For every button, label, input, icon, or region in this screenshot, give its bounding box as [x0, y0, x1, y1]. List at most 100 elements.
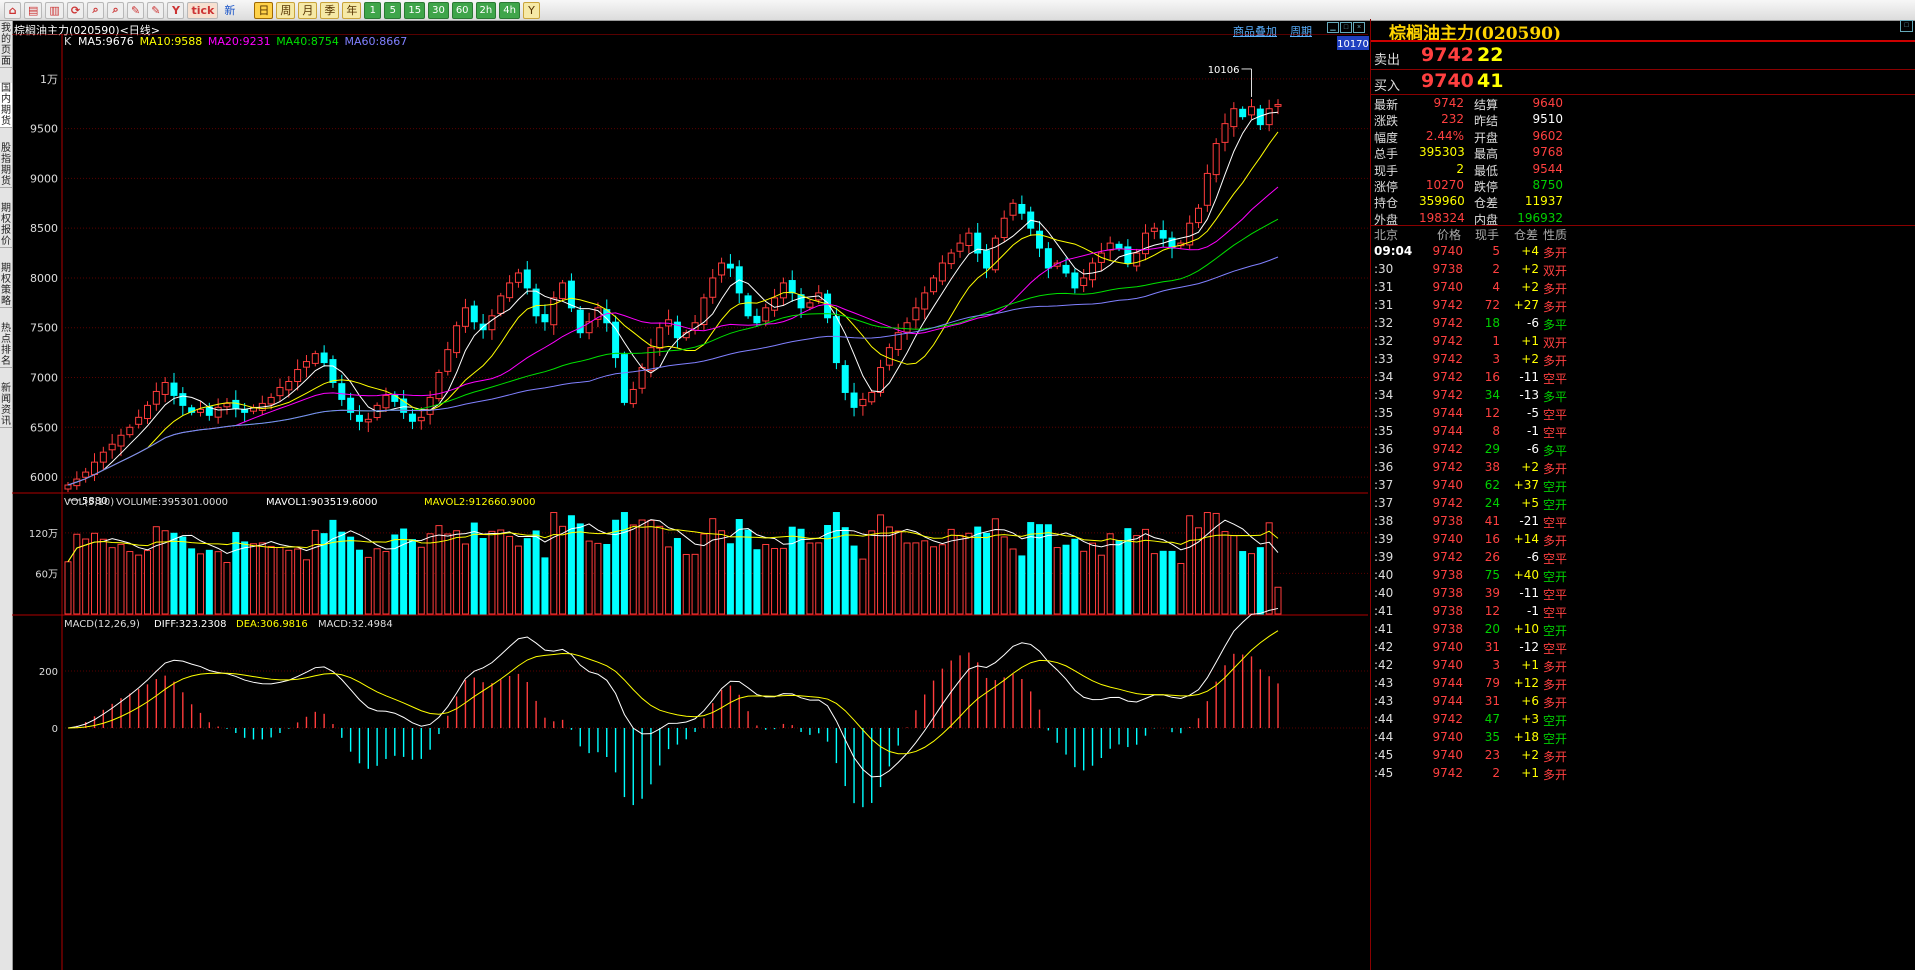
candle	[718, 262, 726, 276]
toolbar-icon-0[interactable]: ⌂	[4, 1, 21, 19]
quote-value: 395303	[1419, 145, 1465, 160]
maximize-icon[interactable]: □	[1900, 20, 1913, 32]
quote-value: 9544	[1532, 161, 1563, 176]
volume-bar	[444, 533, 452, 615]
tick-row: :33 9742 3 +2 多开	[1371, 352, 1571, 370]
volume-bar	[267, 545, 275, 615]
new-button[interactable]: 新	[221, 2, 238, 19]
volume-bar	[779, 547, 787, 615]
tick-row: :35 9744 12 -5 空平	[1371, 406, 1571, 424]
candle	[435, 372, 443, 400]
period-button-6[interactable]: 5	[384, 1, 402, 19]
tick-volume: 41	[1484, 514, 1500, 528]
volume-bar	[90, 532, 98, 615]
candle	[64, 484, 72, 490]
candle	[267, 396, 275, 405]
tick-oi-change: +2	[1521, 748, 1539, 762]
toolbar-icon-4[interactable]: ⌕	[87, 1, 105, 19]
tick-time: :40	[1374, 586, 1394, 600]
tick-price: 9744	[1432, 406, 1463, 420]
toolbar-icon-6[interactable]: ✎	[127, 1, 145, 19]
quote-value: 11937	[1524, 194, 1563, 209]
toolbar-icon-7[interactable]: ✎	[147, 1, 165, 19]
volume-bar	[1168, 550, 1176, 615]
tick-chart-button[interactable]: tick	[187, 1, 219, 19]
tick-volume: 24	[1484, 496, 1500, 510]
candle	[126, 426, 134, 436]
period-button-10[interactable]: 2h	[475, 1, 497, 19]
toolbar-icon-1[interactable]: ▤	[24, 1, 43, 19]
ma-line-20	[67, 186, 1279, 486]
period-button-8[interactable]: 30	[428, 1, 449, 19]
period-button-5[interactable]: 1	[364, 1, 382, 19]
period-button-7[interactable]: 15	[404, 1, 426, 19]
period-button-12[interactable]: Y	[522, 1, 540, 19]
volume-bar	[408, 539, 416, 615]
quote-panel-title: 棕榈油主力(020590)	[1389, 24, 1562, 44]
candle	[1248, 106, 1256, 116]
volume-bar	[541, 557, 549, 615]
minimize-icon[interactable]: ▁	[1327, 22, 1339, 33]
current-price-label: 10170	[1337, 39, 1369, 50]
volume-bar	[894, 530, 902, 615]
tick-price: 9740	[1432, 478, 1463, 492]
volume-bar	[258, 542, 266, 615]
period-button-9[interactable]: 60	[451, 1, 473, 19]
volume-bar	[532, 530, 540, 615]
tick-nature: 空平	[1543, 588, 1568, 602]
chart-area[interactable]: 1万 9500 9000 8500 8000 7500 7000 6500 6000 K MA5:9…	[0, 34, 1370, 970]
tick-nature: 空开	[1543, 624, 1568, 638]
tick-row: :40 9738 39 -11 空平	[1371, 586, 1571, 604]
volume-bar	[506, 535, 514, 615]
tick-time: :44	[1374, 712, 1394, 726]
toolbar-icon-5[interactable]: ⌕	[107, 1, 125, 19]
period-button-3[interactable]: 季	[320, 1, 340, 19]
candle	[276, 386, 284, 397]
tick-oi-change: -11	[1519, 586, 1539, 600]
toolbar-icon-2[interactable]: ▥	[45, 1, 64, 19]
quote-row: 总手 395303 最高 9768	[1371, 145, 1571, 161]
quote-value: 10270	[1425, 178, 1464, 192]
tick-time: :37	[1374, 478, 1394, 492]
volume-bar	[214, 551, 222, 615]
tick-price: 9742	[1432, 766, 1463, 780]
tick-volume: 31	[1484, 694, 1500, 708]
toolbar-icon-3[interactable]: ⟳	[66, 1, 85, 19]
dea-line	[67, 630, 1279, 755]
tick-time: :39	[1374, 532, 1394, 546]
period-button-11[interactable]: 4h	[499, 1, 520, 19]
period-button-1[interactable]: 周	[276, 1, 296, 19]
quote-label: 现手	[1374, 163, 1399, 178]
volume-bar	[1203, 512, 1211, 615]
tick-nature: 空平	[1543, 552, 1568, 566]
period-button-0[interactable]: 日	[254, 1, 274, 19]
candle	[726, 263, 734, 269]
tick-price: 9742	[1432, 388, 1463, 402]
candle	[753, 315, 761, 324]
period-button-2[interactable]: 月	[298, 1, 318, 19]
tick-volume: 75	[1484, 568, 1500, 582]
tick-volume: 20	[1484, 622, 1500, 636]
period-button-4[interactable]: 年	[342, 1, 362, 19]
candle	[302, 361, 310, 368]
volume-bar	[930, 546, 938, 615]
price-tick-label: 7500	[30, 322, 58, 335]
candle	[135, 416, 143, 425]
quote-label: 持仓	[1374, 196, 1399, 211]
close-icon[interactable]: ×	[1353, 22, 1365, 33]
restore-icon[interactable]: □	[1340, 22, 1352, 33]
tick-row: :31 9740 4 +2 多开	[1371, 280, 1571, 298]
volume-bar	[135, 554, 143, 615]
candle	[1071, 272, 1079, 289]
sell-row: 卖出 9742 22	[1371, 44, 1571, 68]
quote-label: 结算	[1474, 98, 1499, 112]
tick-row: :36 9742 29 -6 多平	[1371, 442, 1571, 460]
tick-time: :31	[1374, 298, 1394, 312]
candle	[444, 349, 452, 372]
tick-price: 9740	[1432, 532, 1463, 546]
volume-bar	[1159, 550, 1167, 615]
toolbar-icon-8[interactable]: Y	[167, 1, 185, 19]
volume-bar	[417, 546, 425, 615]
volume-bar	[1097, 554, 1105, 615]
quote-row: 现手 2 最低 9544	[1371, 162, 1571, 178]
